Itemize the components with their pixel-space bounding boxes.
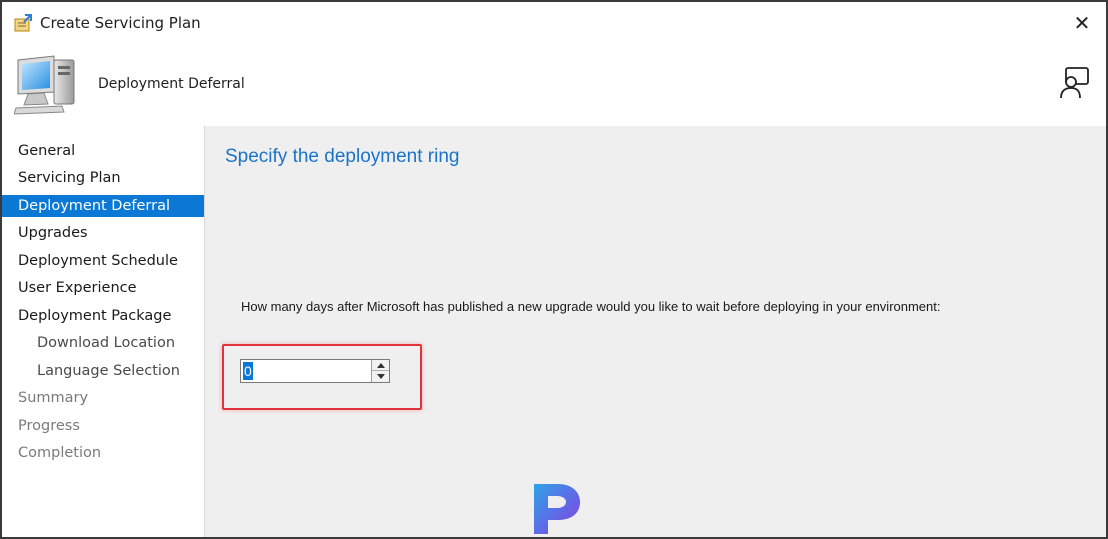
stepper-buttons [371,360,389,382]
page-title: Deployment Deferral [98,76,245,92]
deferral-days-input[interactable]: 0 [242,361,370,381]
stepper-down-button[interactable] [372,371,389,382]
sidebar-item-general[interactable]: General [2,140,204,162]
close-icon: ✕ [1073,12,1091,35]
wizard-window: Create Servicing Plan ✕ Deployment Defer… [0,0,1108,539]
sidebar-item-deployment-deferral[interactable]: Deployment Deferral [2,195,204,217]
sidebar-item-servicing-plan[interactable]: Servicing Plan [2,167,204,189]
sidebar-item-download-location[interactable]: Download Location [2,332,204,354]
section-heading: Specify the deployment ring [225,146,460,167]
stepper-up-button[interactable] [372,360,389,371]
sidebar-item-progress: Progress [18,418,80,434]
wizard-content-panel: Specify the deployment ring How many day… [204,126,1106,537]
deferral-days-label: How many days after Microsoft has publis… [241,299,941,314]
deferral-days-stepper[interactable]: 0 [240,359,390,383]
sidebar-item-deployment-schedule[interactable]: Deployment Schedule [2,250,204,272]
deferral-days-value: 0 [243,362,253,380]
triangle-up-icon [376,362,385,368]
sidebar-item-summary: Summary [18,390,89,406]
watermark-logo-icon [534,484,580,534]
computer-wizard-icon [14,55,75,115]
close-button[interactable]: ✕ [1064,6,1100,40]
wizard-step-list: General Servicing Plan Deployment Deferr… [2,126,204,537]
servicing-plan-app-icon [14,14,32,32]
title-bar: Create Servicing Plan ✕ [2,2,1106,44]
triangle-down-icon [376,374,385,379]
sidebar-item-upgrades[interactable]: Upgrades [2,222,204,244]
sidebar-item-language-selection[interactable]: Language Selection [2,360,204,382]
sidebar-item-deployment-package[interactable]: Deployment Package [2,305,204,327]
wizard-header: Deployment Deferral [2,44,1106,124]
sidebar-item-user-experience[interactable]: User Experience [2,277,204,299]
sidebar-item-completion: Completion [18,445,102,461]
window-title: Create Servicing Plan [40,14,201,32]
feedback-person-icon[interactable] [1058,66,1090,100]
